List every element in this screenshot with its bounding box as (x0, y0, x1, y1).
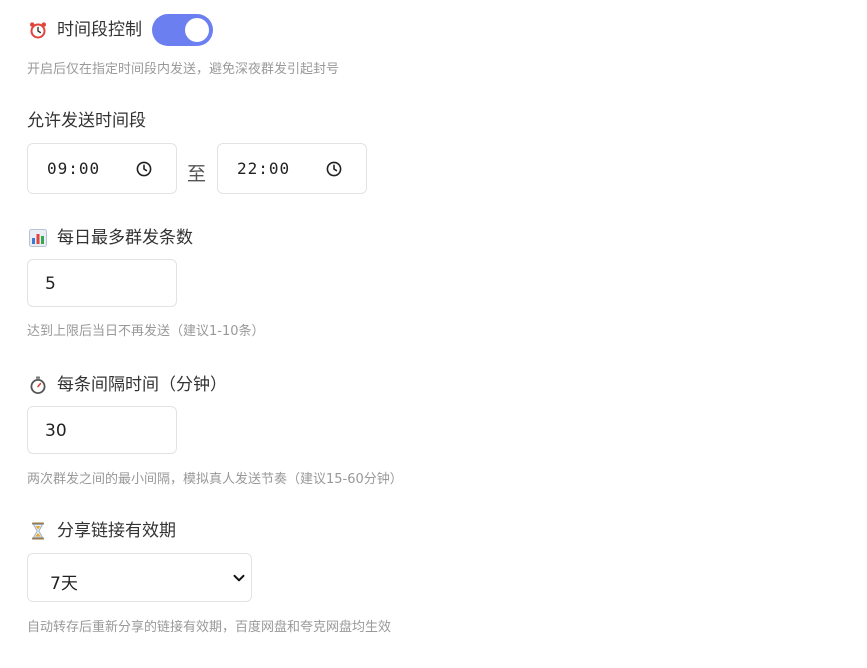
daily-limit-label: 每日最多群发条数 (57, 227, 193, 248)
interval-label: 每条间隔时间（分钟） (57, 374, 227, 395)
toggle-knob (185, 18, 209, 42)
time-range-label: 允许发送时间段 (27, 111, 146, 131)
link-validity-label: 分享链接有效期 (57, 520, 176, 541)
end-time-input[interactable]: 22:00 (217, 143, 367, 194)
link-validity-select[interactable]: 7天 (27, 553, 252, 602)
link-validity-hint: 自动转存后重新分享的链接有效期，百度网盘和夸克网盘均生效 (27, 620, 392, 635)
interval-value: 30 (45, 421, 67, 441)
alarm-clock-icon (30, 22, 46, 39)
interval-input[interactable]: 30 (27, 406, 177, 454)
stopwatch-icon (30, 376, 46, 394)
end-time-value: 22:00 (237, 159, 291, 178)
interval-hint: 两次群发之间的最小间隔，模拟真人发送节奏（建议15-60分钟） (27, 472, 403, 487)
daily-limit-value: 5 (45, 274, 56, 294)
clock-icon[interactable] (326, 161, 342, 177)
chevron-down-icon[interactable] (233, 572, 245, 584)
interval-row: 每条间隔时间（分钟） (29, 375, 227, 395)
bar-chart-icon (29, 229, 47, 247)
clock-icon[interactable] (136, 161, 152, 177)
time-control-toggle[interactable] (152, 14, 213, 46)
settings-panel: 时间段控制 开启后仅在指定时间段内发送，避免深夜群发引起封号 允许发送时间段 0… (0, 0, 867, 668)
start-time-value: 09:00 (47, 159, 101, 178)
start-time-input[interactable]: 09:00 (27, 143, 177, 194)
time-control-label: 时间段控制 (57, 19, 142, 40)
hourglass-icon (32, 522, 44, 540)
link-validity-row: 分享链接有效期 (29, 521, 176, 541)
time-control-hint: 开启后仅在指定时间段内发送，避免深夜群发引起封号 (27, 62, 340, 77)
daily-limit-input[interactable]: 5 (27, 259, 177, 307)
daily-limit-row: 每日最多群发条数 (29, 228, 193, 248)
daily-limit-hint: 达到上限后当日不再发送（建议1-10条） (27, 324, 265, 339)
time-range-separator: 至 (187, 163, 207, 185)
time-control-row: 时间段控制 (29, 14, 213, 46)
link-validity-selected: 7天 (50, 574, 78, 594)
